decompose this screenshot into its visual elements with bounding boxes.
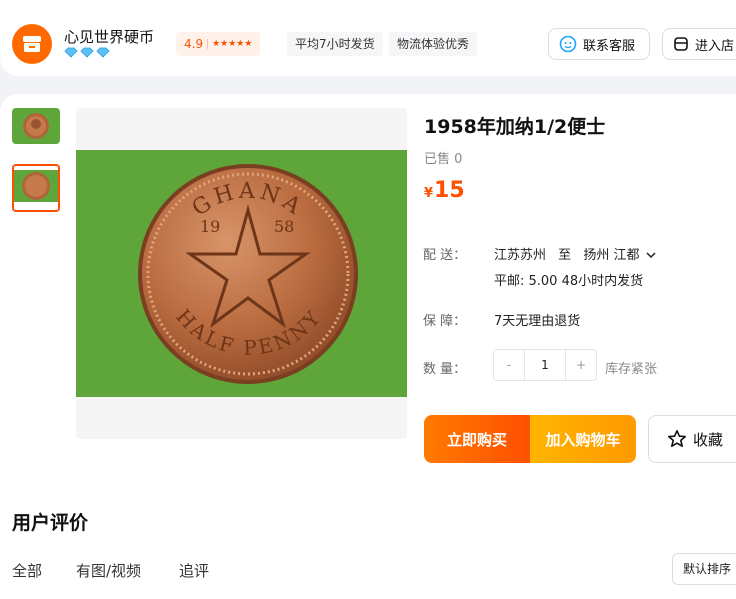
price-value: 15	[434, 178, 465, 203]
product-panel: GHANA 19 58 HALF PENNY 1958年加纳1/2便士 已售 0…	[0, 94, 736, 599]
coin-thumbnail-image	[14, 166, 58, 210]
divider	[207, 39, 209, 49]
guarantee-label: 保 障：	[423, 314, 467, 329]
shop-rating: 4.9 ★★★★★	[176, 32, 261, 56]
review-tab-all[interactable]: 全部	[12, 560, 42, 581]
reviews-title: 用户评价	[12, 512, 89, 534]
currency-symbol: ¥	[424, 186, 434, 201]
review-tab-media[interactable]: 有图/视频	[76, 560, 141, 581]
shipping-detail: 平邮: 5.00 48小时内发货	[494, 274, 644, 289]
product-price: ¥ 15	[424, 178, 465, 203]
enter-shop-label: 进入店	[695, 38, 735, 54]
quantity-label: 数 量：	[423, 362, 467, 377]
quantity-stepper: - 1 +	[493, 349, 597, 381]
enter-shop-button[interactable]: 进入店	[662, 28, 736, 60]
contact-service-button[interactable]: 联系客服	[548, 28, 650, 60]
review-sort-dropdown[interactable]: 默认排序	[672, 553, 736, 585]
coin-year-right: 58	[274, 217, 294, 236]
stock-status: 库存紧张	[605, 362, 658, 377]
ship-to-word: 至	[558, 248, 572, 263]
product-title: 1958年加纳1/2便士	[424, 116, 606, 138]
rating-score: 4.9	[184, 37, 204, 51]
review-tab-followup[interactable]: 追评	[179, 560, 209, 581]
add-to-cart-button[interactable]: 加入购物车	[530, 415, 636, 463]
star-rating-icon: ★★★★★	[212, 39, 253, 49]
shop-icon	[674, 37, 688, 51]
shop-tag-shipping: 平均7小时发货	[287, 32, 383, 56]
shop-logo[interactable]	[12, 24, 52, 64]
quantity-input[interactable]: 1	[524, 350, 566, 380]
diamond-icon	[64, 47, 78, 58]
diamond-icon	[80, 47, 94, 58]
quantity-decrease-button[interactable]: -	[494, 350, 524, 380]
shop-name[interactable]: 心见世界硬币	[64, 26, 154, 47]
shop-header: 心见世界硬币 4.9 ★★★★★ 平均7小时发货 物流体验优秀 联系客服 进入店	[0, 0, 736, 76]
buy-now-button[interactable]: 立即购买	[424, 415, 530, 463]
sold-count: 已售 0	[424, 152, 463, 167]
customer-service-icon	[559, 35, 577, 53]
thumbnail-2[interactable]	[12, 164, 60, 212]
coin-year-left: 19	[200, 217, 220, 236]
image-background: GHANA 19 58 HALF PENNY	[76, 150, 407, 397]
shop-level-badge	[64, 47, 110, 58]
ship-from: 江苏苏州	[494, 248, 547, 263]
coin-thumbnail-image	[12, 108, 60, 144]
favorite-label: 收藏	[693, 430, 724, 449]
favorite-button[interactable]: 收藏	[648, 415, 736, 463]
contact-service-label: 联系客服	[583, 38, 636, 54]
diamond-icon	[96, 47, 110, 58]
quantity-increase-button[interactable]: +	[566, 350, 596, 380]
thumbnail-1[interactable]	[12, 108, 60, 144]
coin-image: GHANA 19 58 HALF PENNY	[138, 164, 358, 384]
shipping-route[interactable]: 江苏苏州 至 扬州 江都	[494, 244, 656, 263]
purchase-buttons: 立即购买 加入购物车	[424, 415, 636, 463]
guarantee-value: 7天无理由退货	[494, 314, 581, 329]
ship-to: 扬州 江都	[583, 248, 640, 263]
product-main-image[interactable]: GHANA 19 58 HALF PENNY	[76, 108, 407, 439]
star-icon	[667, 429, 687, 448]
shipping-label: 配 送：	[423, 248, 467, 263]
shop-tag-logistics: 物流体验优秀	[389, 32, 478, 56]
chevron-down-icon	[646, 252, 656, 259]
store-icon	[23, 36, 41, 52]
